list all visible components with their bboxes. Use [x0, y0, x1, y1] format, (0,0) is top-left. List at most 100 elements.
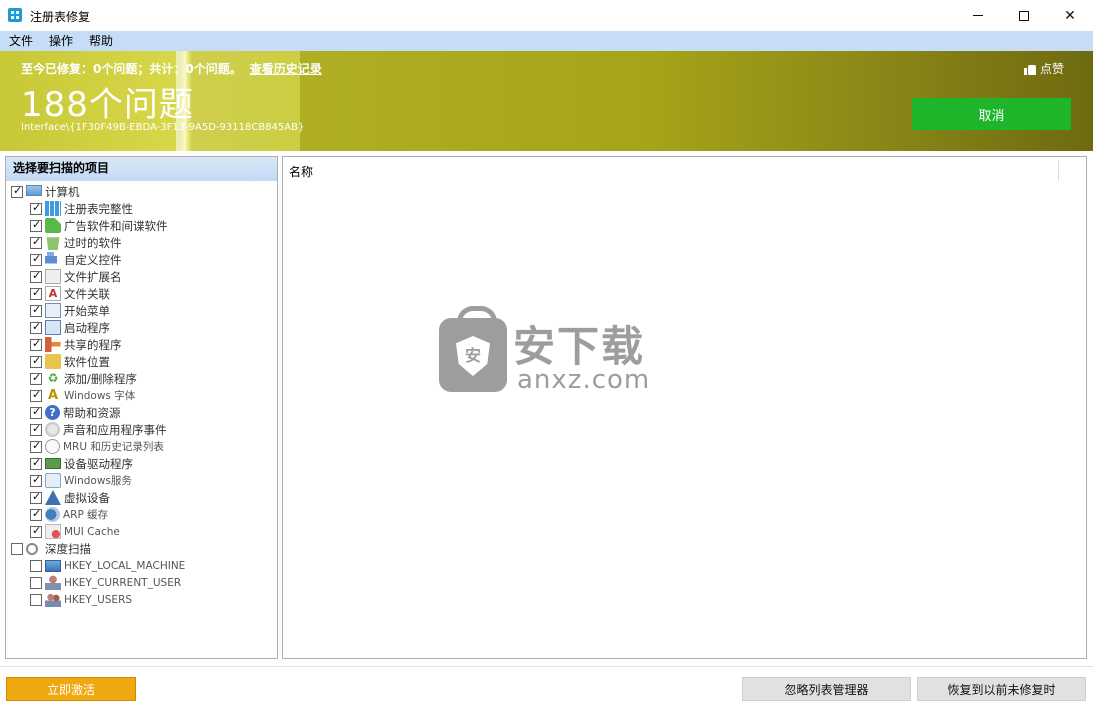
tree-item[interactable]: ?帮助和资源 [30, 404, 121, 421]
checkbox[interactable] [30, 593, 42, 606]
minimize-button[interactable] [955, 0, 1001, 31]
startup-icon [45, 320, 61, 335]
tree-item[interactable]: 广告软件和间谍软件 [30, 217, 168, 234]
tree-item[interactable]: A Windows 字体 [30, 387, 135, 404]
tree-item[interactable]: 启动程序 [30, 319, 110, 336]
shopping-bag-icon: 安 [439, 306, 507, 392]
current-scan-path: Interface\{1F30F49B-EBDA-3F13-9A5D-93118… [21, 122, 305, 133]
checkbox[interactable] [30, 218, 42, 232]
checkbox[interactable] [11, 184, 23, 198]
like-label: 点赞 [1040, 62, 1065, 76]
checkbox[interactable] [30, 405, 42, 419]
tree-item[interactable]: Windows服务 [30, 472, 132, 489]
checkbox[interactable] [11, 542, 23, 555]
results-column-header[interactable]: 名称 [283, 157, 1086, 184]
tree-item[interactable]: HKEY_LOCAL_MACHINE [30, 557, 185, 574]
checkbox[interactable] [30, 388, 42, 402]
tree-item-label: 添加/删除程序 [64, 371, 137, 386]
tree-item-label: 过时的软件 [64, 235, 122, 250]
checkbox[interactable] [30, 422, 42, 436]
tree-item-label: 文件扩展名 [64, 269, 122, 284]
tree-item[interactable]: 虚拟设备 [30, 489, 110, 506]
tree-item-label: MRU 和历史记录列表 [63, 441, 164, 453]
watermark-logo: 安 安下载 anxz.com [439, 306, 659, 397]
checkbox[interactable] [30, 235, 42, 249]
tree-item[interactable]: 共享的程序 [30, 336, 122, 353]
maximize-button[interactable] [1001, 0, 1047, 31]
tree-item-label: HKEY_LOCAL_MACHINE [64, 559, 186, 572]
checkbox[interactable] [30, 252, 42, 266]
checkbox[interactable] [30, 337, 42, 351]
results-panel: 名称 安 安下载 anxz.com [282, 156, 1087, 659]
menu-help[interactable]: 帮助 [81, 31, 121, 51]
title-bar: 注册表修复 ✕ [0, 0, 1093, 31]
checkbox[interactable] [30, 303, 42, 317]
font-icon: A [47, 388, 59, 403]
activate-button[interactable]: 立即激活 [6, 677, 136, 701]
tree-item-label: Windows 字体 [64, 390, 136, 402]
file-extension-icon [45, 269, 61, 284]
tree-item[interactable]: 软件位置 [30, 353, 110, 370]
file-association-icon: A [45, 286, 61, 301]
fix-summary: 至今已修复：0个问题；共计：0个问题。 查看历史记录 [21, 60, 322, 77]
checkbox[interactable] [30, 354, 42, 368]
cancel-button[interactable]: 取消 [912, 98, 1071, 130]
column-separator[interactable] [1058, 161, 1059, 181]
tree-item[interactable]: 文件扩展名 [30, 268, 122, 285]
checkbox[interactable] [30, 371, 42, 385]
close-button[interactable]: ✕ [1047, 0, 1093, 31]
menu-bar: 文件 操作 帮助 [0, 31, 1093, 51]
view-history-link[interactable]: 查看历史记录 [250, 60, 322, 77]
checkbox[interactable] [30, 456, 42, 470]
checkbox[interactable] [30, 286, 42, 300]
checkbox[interactable] [30, 269, 42, 283]
tree-item-label: 声音和应用程序事件 [63, 422, 167, 437]
checkbox[interactable] [30, 507, 42, 521]
tree-item[interactable]: HKEY_USERS [30, 591, 132, 608]
tree-item[interactable]: 自定义控件 [30, 251, 122, 268]
checkbox[interactable] [30, 439, 42, 453]
tree-item[interactable]: MRU 和历史记录列表 [30, 438, 164, 455]
checkbox[interactable] [30, 473, 42, 487]
tree-item[interactable]: HKEY_CURRENT_USER [30, 574, 181, 591]
ignore-list-manager-button[interactable]: 忽略列表管理器 [742, 677, 911, 701]
window-title: 注册表修复 [30, 10, 91, 24]
status-banner: 至今已修复：0个问题；共计：0个问题。 查看历史记录 188个问题 Interf… [0, 51, 1093, 151]
tree-item[interactable]: ♻ 添加/删除程序 [30, 370, 137, 387]
menu-file[interactable]: 文件 [0, 31, 41, 51]
tree-item[interactable]: 声音和应用程序事件 [30, 421, 167, 438]
watermark-text-en: anxz.com [517, 365, 651, 395]
tree-item[interactable]: A文件关联 [30, 285, 110, 302]
tree-item[interactable]: ARP 缓存 [30, 506, 108, 523]
tree-item-label: ARP 缓存 [63, 509, 109, 521]
checkbox[interactable] [30, 559, 42, 572]
fixed-count-text: 至今已修复：0个问题；共计：0个问题。 [21, 62, 242, 76]
tree-item[interactable]: 注册表完整性 [30, 200, 133, 217]
tree-item[interactable]: 过时的软件 [30, 234, 122, 251]
tree-item[interactable]: 设备驱动程序 [30, 455, 133, 472]
like-button[interactable]: 点赞 [1024, 60, 1064, 77]
menu-action[interactable]: 操作 [41, 31, 81, 51]
maximize-icon [1019, 10, 1029, 21]
checkbox[interactable] [30, 490, 42, 504]
arp-icon [45, 507, 60, 522]
checkbox[interactable] [30, 576, 42, 589]
tree-item[interactable]: MUI Cache [30, 523, 120, 540]
tree-item-label: 深度扫描 [45, 541, 91, 556]
mui-cache-icon [45, 524, 61, 539]
tree-item-label: 共享的程序 [64, 337, 122, 352]
restore-unfixed-button[interactable]: 恢复到以前未修复时 [917, 677, 1086, 701]
tree-item-computer[interactable]: 计算机 [11, 183, 80, 200]
hklm-icon [45, 559, 61, 572]
registry-icon [45, 201, 61, 216]
tree-item-label: 启动程序 [64, 320, 110, 335]
tree-item-label: 开始菜单 [64, 303, 110, 318]
checkbox[interactable] [30, 201, 42, 215]
tree-item-deep-scan[interactable]: 深度扫描 [11, 540, 91, 557]
close-icon: ✕ [1064, 7, 1076, 24]
checkbox[interactable] [30, 320, 42, 334]
scan-items-panel: 选择要扫描的项目 计算机注册表完整性广告软件和间谍软件过时的软件自定义控件文件扩… [5, 156, 278, 659]
checkbox[interactable] [30, 524, 42, 538]
tree-item[interactable]: 开始菜单 [30, 302, 110, 319]
hku-icon [45, 592, 61, 607]
